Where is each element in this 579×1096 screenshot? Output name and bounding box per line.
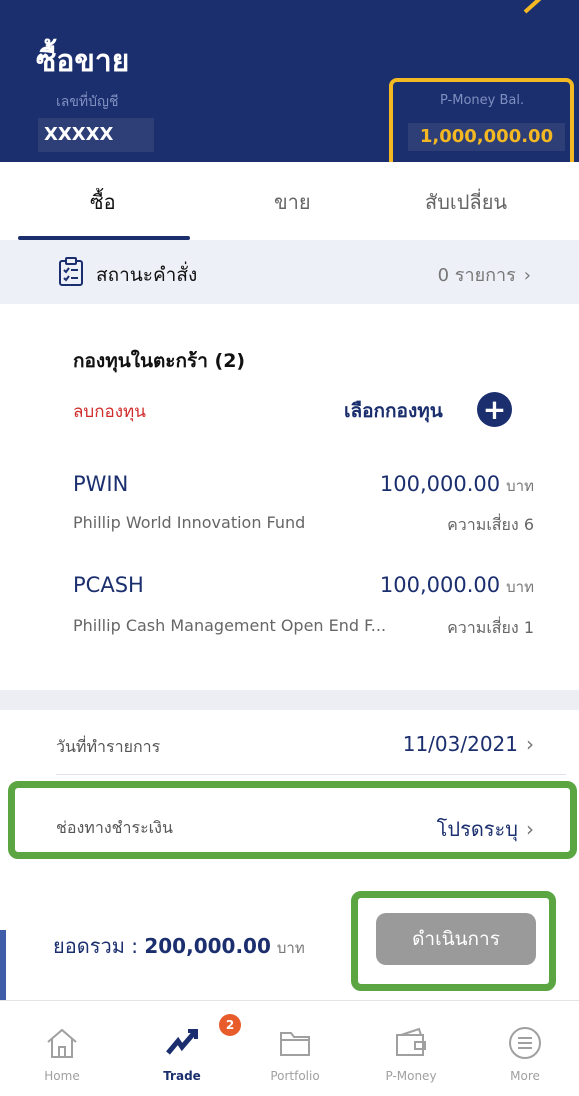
row-divider: [56, 774, 566, 775]
trade-tabs: ซื้อ ขาย สับเปลี่ยน: [0, 162, 579, 240]
nav-trade[interactable]: Trade: [147, 1025, 217, 1083]
bottom-nav: Home Trade Portfolio P-Money More: [0, 1000, 579, 1096]
tab-sell[interactable]: ขาย: [274, 186, 311, 218]
fund-amount: 100,000.00 บาท: [379, 573, 534, 597]
fund-name: Phillip Cash Management Open End F...: [73, 616, 387, 635]
fund-risk: ความเสี่ยง 1: [447, 618, 534, 637]
account-number: XXXXX: [38, 118, 154, 152]
tab-switch[interactable]: สับเปลี่ยน: [425, 186, 507, 218]
fund-name: Phillip World Innovation Fund: [73, 513, 306, 532]
section-divider: [0, 690, 579, 710]
menu-icon: [509, 1027, 541, 1059]
order-status-label: สถานะคำสั่ง: [96, 264, 198, 286]
proceed-highlight-box: [351, 891, 556, 991]
fund-code[interactable]: PCASH: [73, 573, 144, 597]
order-status-count: 0 รายการ ›: [437, 265, 531, 286]
transaction-date-label: วันที่ทำรายการ: [56, 737, 161, 756]
transaction-date-value[interactable]: 11/03/2021 ›: [403, 732, 534, 756]
nav-more[interactable]: More: [490, 1025, 560, 1083]
total-amount: ยอดรวม : 200,000.00 บาท: [53, 934, 305, 958]
home-icon: [47, 1028, 77, 1058]
folder-icon: [280, 1032, 310, 1056]
chevron-right-icon: ›: [526, 732, 534, 756]
fund-risk: ความเสี่ยง 6: [447, 515, 534, 534]
chevron-right-icon: ›: [523, 265, 531, 286]
fund-amount: 100,000.00 บาท: [379, 472, 534, 496]
nav-portfolio[interactable]: Portfolio: [260, 1025, 330, 1083]
balance-highlight-box: [389, 78, 574, 172]
nav-home[interactable]: Home: [27, 1025, 97, 1083]
trade-badge: 2: [219, 1014, 241, 1036]
tab-buy[interactable]: ซื้อ: [90, 186, 116, 218]
checklist-icon: [59, 257, 83, 286]
fund-code[interactable]: PWIN: [73, 472, 128, 496]
wallet-icon: [396, 1027, 426, 1056]
remove-fund-link[interactable]: ลบกองทุน: [73, 398, 146, 425]
payment-channel-highlight-box: [8, 781, 577, 859]
add-fund-icon[interactable]: +: [477, 392, 512, 427]
cart-title: กองทุนในตะกร้า (2): [73, 350, 246, 372]
nav-pmoney[interactable]: P-Money: [376, 1025, 446, 1083]
select-fund-link[interactable]: เลือกกองทุน: [344, 396, 443, 426]
account-label: เลขที่บัญชี: [56, 94, 119, 110]
trade-icon: [166, 1029, 198, 1055]
page-title: ซื้อขาย: [36, 44, 130, 79]
order-status-row[interactable]: สถานะคำสั่ง 0 รายการ ›: [0, 240, 579, 304]
